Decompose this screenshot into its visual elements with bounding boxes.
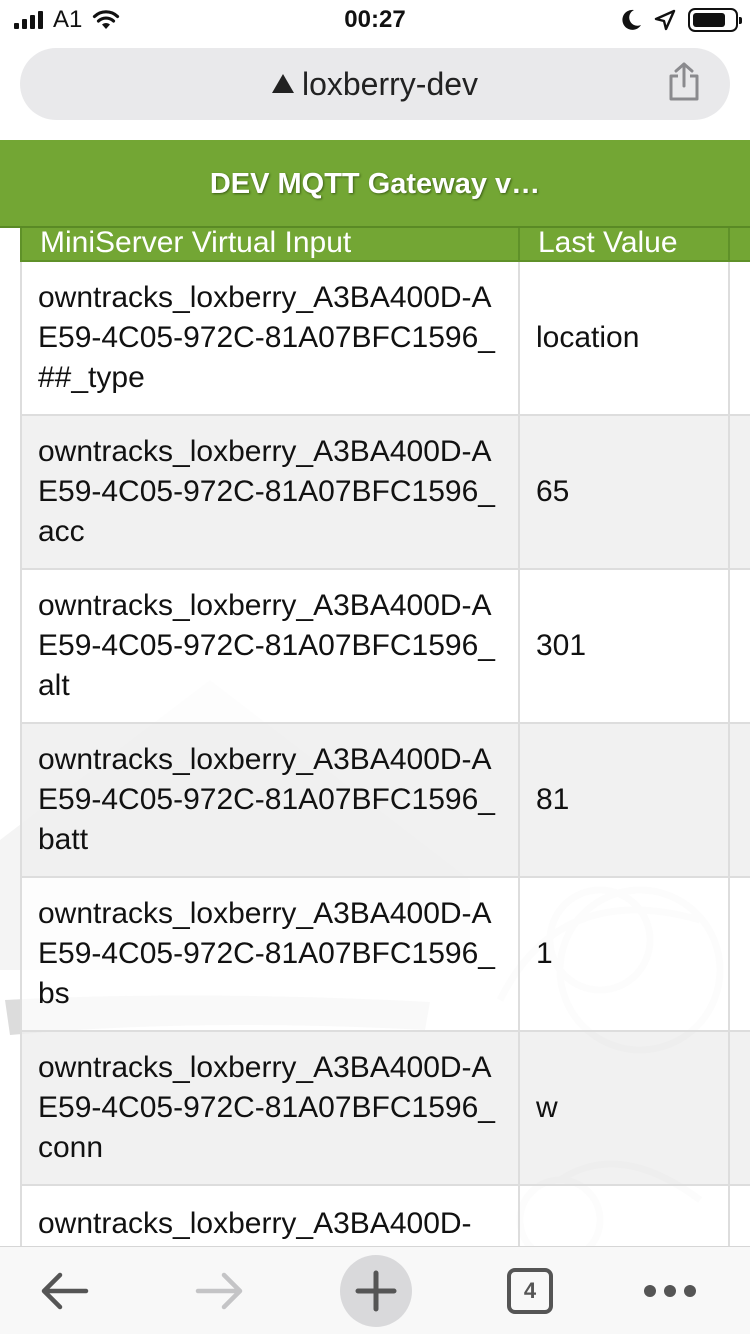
extra-cell — [728, 568, 750, 724]
battery-icon — [688, 8, 742, 32]
back-arrow-icon — [41, 1272, 89, 1310]
input-name-cell: owntracks_loxberry_A3BA400D-AE59-4C05-97… — [20, 722, 520, 878]
extra-cell — [728, 1184, 750, 1246]
table-row: owntracks_loxberry_A3BA400D-AE59-4C05-97… — [20, 722, 750, 878]
extra-cell — [728, 722, 750, 878]
table-row: owntracks_loxberry_A3BA400D- — [20, 1184, 750, 1246]
browser-toolbar: 4 — [0, 1246, 750, 1334]
value-cell: location — [518, 260, 730, 416]
app-header: DEV MQTT Gateway v… — [0, 140, 750, 228]
do-not-disturb-moon-icon — [622, 9, 641, 30]
page-title: DEV MQTT Gateway v… — [209, 168, 541, 200]
status-bar: A1 00:27 — [0, 0, 750, 40]
more-options-button[interactable] — [630, 1247, 710, 1334]
value-cell: 301 — [518, 568, 730, 724]
value-cell: 1 — [518, 876, 730, 1032]
extra-cell — [728, 876, 750, 1032]
value-cell: 65 — [518, 414, 730, 570]
value-cell: 81 — [518, 722, 730, 878]
new-tab-button[interactable] — [338, 1247, 414, 1334]
more-dots-icon — [644, 1285, 696, 1297]
tabs-button[interactable]: 4 — [490, 1247, 570, 1334]
value-cell: w — [518, 1030, 730, 1186]
back-button[interactable] — [24, 1247, 104, 1334]
plus-icon — [355, 1270, 397, 1312]
input-name-cell: owntracks_loxberry_A3BA400D-AE59-4C05-97… — [20, 260, 520, 416]
input-name-cell: owntracks_loxberry_A3BA400D-AE59-4C05-97… — [20, 568, 520, 724]
forward-button[interactable] — [180, 1247, 260, 1334]
location-arrow-icon — [654, 9, 676, 31]
table-row: owntracks_loxberry_A3BA400D-AE59-4C05-97… — [20, 260, 750, 416]
input-name-cell: owntracks_loxberry_A3BA400D- — [20, 1184, 520, 1246]
extra-cell — [728, 1030, 750, 1186]
page-content: DEV MQTT Gateway v… MiniServer Virtual I… — [0, 140, 750, 1246]
extra-cell — [728, 414, 750, 570]
extra-cell — [728, 260, 750, 416]
data-table: MiniServer Virtual Input Last Value ownt… — [20, 190, 750, 1246]
share-icon[interactable] — [668, 62, 700, 102]
input-name-cell: owntracks_loxberry_A3BA400D-AE59-4C05-97… — [20, 1030, 520, 1186]
tab-count: 4 — [507, 1268, 553, 1314]
value-cell — [518, 1184, 730, 1246]
table-row: owntracks_loxberry_A3BA400D-AE59-4C05-97… — [20, 568, 750, 724]
input-name-cell: owntracks_loxberry_A3BA400D-AE59-4C05-97… — [20, 414, 520, 570]
forward-arrow-icon — [195, 1272, 243, 1310]
input-name-cell: owntracks_loxberry_A3BA400D-AE59-4C05-97… — [20, 876, 520, 1032]
table-row: owntracks_loxberry_A3BA400D-AE59-4C05-97… — [20, 414, 750, 570]
address-bar[interactable]: loxberry-dev — [20, 48, 730, 120]
table-row: owntracks_loxberry_A3BA400D-AE59-4C05-97… — [20, 1030, 750, 1186]
warning-icon — [271, 74, 294, 93]
table-row: owntracks_loxberry_A3BA400D-AE59-4C05-97… — [20, 876, 750, 1032]
url-text: loxberry-dev — [301, 66, 479, 102]
